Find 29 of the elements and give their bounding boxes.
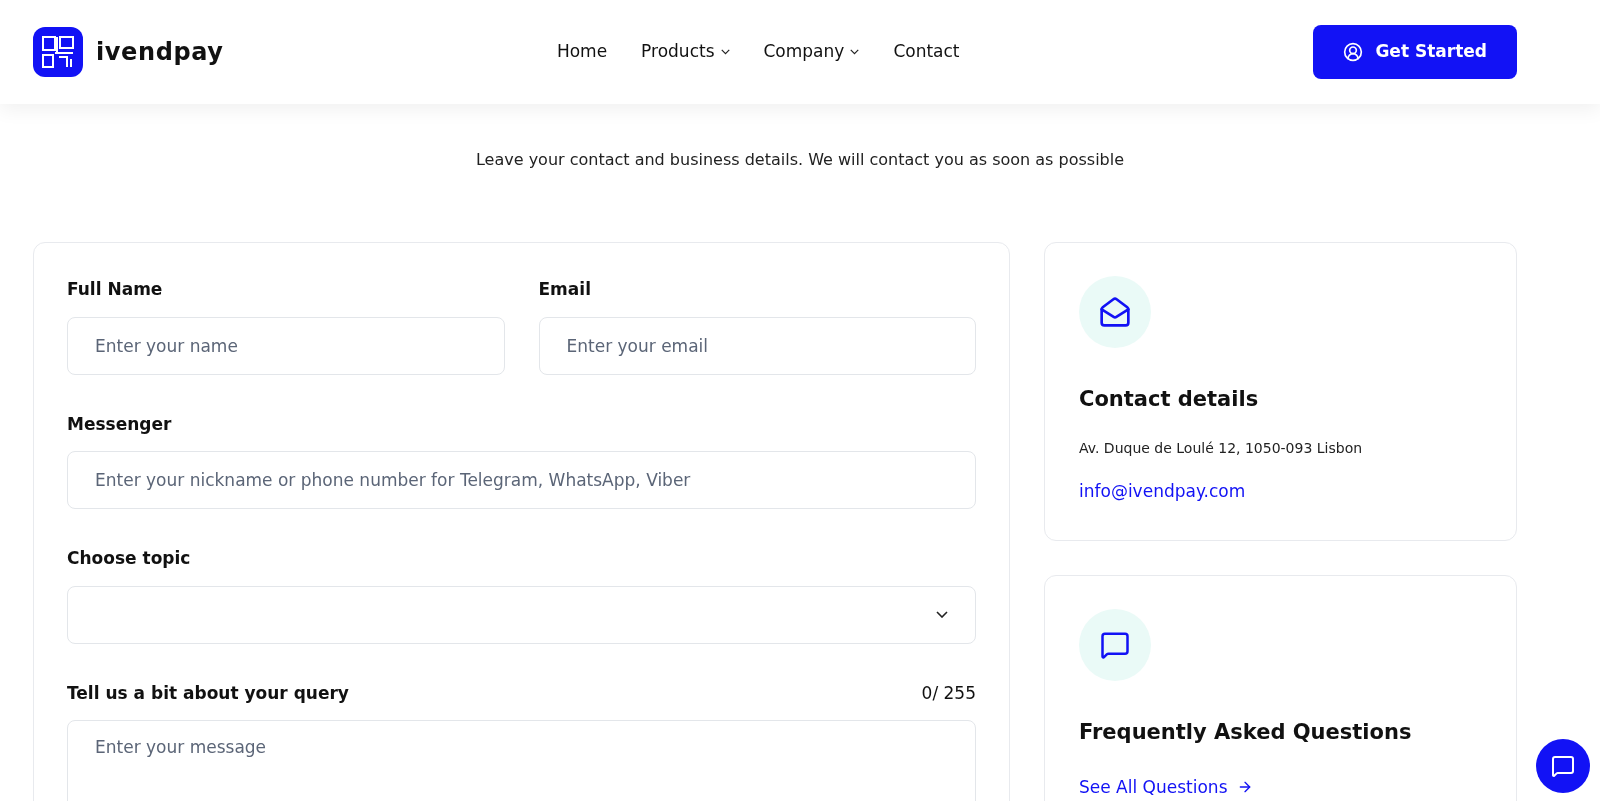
input-field[interactable]: Enter your email	[538, 316, 976, 375]
see-all-questions-link[interactable]: See All Questions	[1079, 774, 1482, 800]
field-label: Full Name	[67, 278, 163, 301]
nav-link[interactable]: Company	[763, 39, 860, 65]
field-label: Email	[538, 278, 591, 301]
chevron-down-icon	[936, 611, 948, 618]
field-label: Messenger	[67, 412, 172, 436]
intro-subtitle: Leave your contact and business details. We will contact you as soon as possible	[474, 149, 1126, 171]
user-icon	[1343, 42, 1364, 62]
card-title: Contact details	[1079, 386, 1260, 413]
nav-link[interactable]: Contact	[893, 39, 960, 65]
logo-icon	[33, 27, 83, 77]
message-field[interactable]: Enter your message	[67, 720, 976, 801]
question-bubble-icon	[1100, 630, 1130, 660]
nav-link[interactable]: Products	[641, 39, 730, 65]
get-started-button[interactable]: Get Started	[1313, 25, 1517, 79]
character-counter: 0/ 255	[921, 681, 976, 705]
logo-text: ivendpay	[96, 37, 224, 68]
card-title: Frequently Asked Questions	[1079, 719, 1413, 746]
select-field[interactable]	[67, 585, 976, 644]
email-link[interactable]: info@ivendpay.com	[1079, 478, 1482, 504]
input-field[interactable]: Enter your name	[67, 316, 505, 375]
chat-icon	[1551, 754, 1575, 778]
address-text: Av. Duque de Loulé 12, 1050-093 Lisbon	[1079, 438, 1364, 458]
input-field[interactable]: Enter your nickname or phone number for Telegram, WhatsApp, Viber	[67, 451, 976, 509]
mail-icon	[1099, 296, 1131, 328]
nav-link[interactable]: Home	[556, 39, 608, 65]
field-label: Tell us a bit about your query	[67, 681, 349, 705]
field-label: Choose topic	[67, 547, 191, 570]
